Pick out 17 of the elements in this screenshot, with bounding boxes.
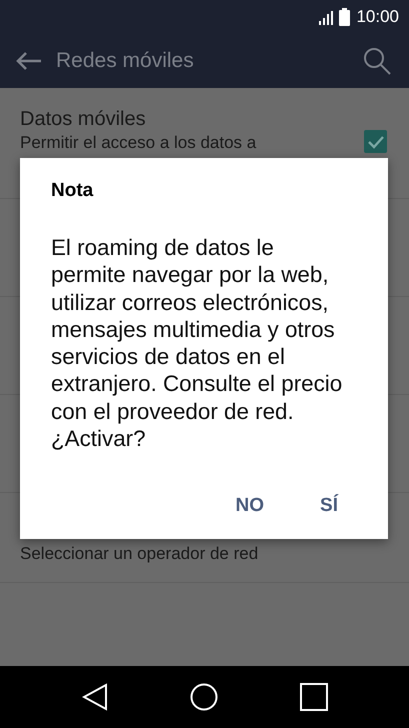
setting-subtitle: Permitir el acceso a los datos a bbox=[20, 132, 258, 154]
signal-icon bbox=[319, 10, 334, 24]
setting-title: Datos móviles bbox=[20, 107, 147, 132]
setting-subtitle: Seleccionar un operador de red bbox=[20, 543, 260, 565]
screen-title: Redes móviles bbox=[56, 48, 195, 72]
back-icon[interactable] bbox=[82, 683, 108, 711]
status-time: 10:00 bbox=[356, 6, 399, 26]
dialog-title: Nota bbox=[51, 180, 94, 202]
back-arrow-icon[interactable] bbox=[16, 52, 42, 70]
dialog-button[interactable]: SÍ bbox=[312, 489, 346, 523]
checkbox[interactable] bbox=[364, 130, 387, 153]
search-icon[interactable] bbox=[363, 46, 391, 74]
home-icon[interactable] bbox=[190, 683, 218, 711]
battery-icon bbox=[339, 8, 350, 26]
recents-icon[interactable] bbox=[300, 683, 328, 711]
dialog-message: El roaming de datos le permite navegar por la web, utilizar correos electrónicos, mensajes multimedia y otros servicios de datos en el extranjero. Consulte el precio con el proveedor de red. ¿Activar? bbox=[51, 234, 344, 452]
dialog-button[interactable]: NO bbox=[228, 489, 272, 523]
